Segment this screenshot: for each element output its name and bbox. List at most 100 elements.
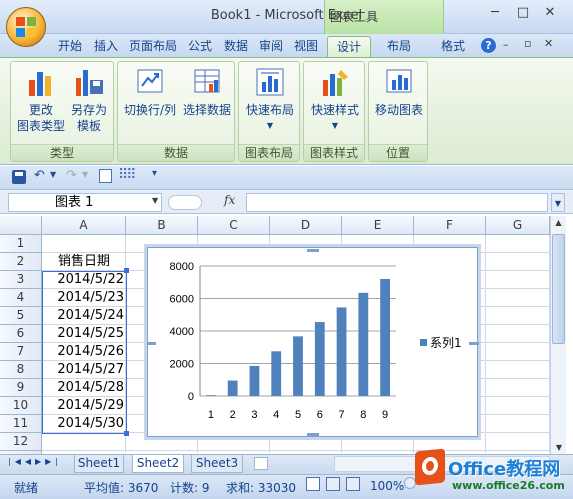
watermark-url: www.office26.com [452, 479, 565, 492]
tab-page-layout[interactable]: 页面布局 [125, 36, 181, 58]
move-chart-button[interactable]: 移动图表 [371, 66, 427, 118]
chart-svg: 0 2000 4000 6000 8000 1 2 3 4 5 6 7 8 9 系列1 [144, 249, 481, 436]
normal-view-icon[interactable] [306, 477, 320, 491]
tab-insert[interactable]: 插入 [89, 36, 123, 58]
chart-object[interactable]: 0 2000 4000 6000 8000 1 2 3 4 5 6 7 8 9 系列1 [144, 247, 481, 437]
vertical-scrollbar[interactable]: ▲ ▼ [550, 216, 566, 454]
undo-icon[interactable]: ↶ [34, 168, 45, 183]
save-as-template-button[interactable]: 另存为 模板 [67, 66, 111, 134]
sheet-nav-icons[interactable]: |◀◀▶▶| [8, 457, 62, 466]
ribbon-restore-icon[interactable]: ▫ [524, 37, 531, 50]
name-box[interactable]: 图表 1 [8, 193, 162, 212]
row-header[interactable]: 11 [0, 415, 42, 433]
group-chart-layouts-label: 图表布局 [239, 144, 299, 161]
row-header[interactable]: 7 [0, 343, 42, 361]
customize-qat-icon[interactable]: ▾ [152, 168, 157, 179]
save-icon[interactable] [12, 170, 26, 184]
switch-row-column-button[interactable]: 切换行/列 [120, 66, 180, 118]
col-header-f[interactable]: F [414, 216, 486, 235]
undo-dropdown-icon[interactable]: ▼ [50, 170, 56, 179]
cell-date[interactable]: 2014/5/30 [43, 415, 125, 433]
redo-icon[interactable]: ↷ [66, 168, 77, 183]
minimize-button[interactable]: ─ [482, 4, 508, 22]
grid-col-line [485, 235, 486, 453]
change-chart-type-button[interactable]: 更改 图表类型 [15, 66, 67, 134]
redo-dropdown-icon[interactable]: ▼ [82, 170, 88, 179]
row-header[interactable]: 4 [0, 289, 42, 307]
insert-sheet-icon[interactable] [254, 457, 268, 470]
chart-bar [336, 307, 347, 396]
cell-date[interactable]: 2014/5/29 [43, 397, 125, 415]
col-header-g[interactable]: G [486, 216, 550, 235]
save-as-template-label: 另存为 模板 [70, 103, 107, 133]
row-header[interactable]: 3 [0, 271, 42, 289]
group-location-label: 位置 [369, 144, 427, 161]
col-header-e[interactable]: E [342, 216, 414, 235]
sheet-tab-2[interactable]: Sheet2 [132, 455, 184, 473]
cell-date[interactable]: 2014/5/24 [43, 307, 125, 325]
quick-layout-button[interactable]: 快速布局 ▼ [241, 66, 299, 134]
name-box-dropdown-icon[interactable]: ▼ [152, 196, 158, 205]
col-header-d[interactable]: D [270, 216, 342, 235]
selection-handle[interactable] [124, 268, 129, 273]
row-header[interactable]: 9 [0, 379, 42, 397]
row-header[interactable]: 6 [0, 325, 42, 343]
cell-date[interactable]: 2014/5/27 [43, 361, 125, 379]
row-header[interactable]: 5 [0, 307, 42, 325]
tab-review[interactable]: 审阅 [255, 36, 287, 58]
quick-layout-icon [256, 68, 284, 96]
cell-a2[interactable]: 销售日期 [43, 253, 125, 271]
ribbon-minimize-icon[interactable]: – [503, 38, 509, 51]
cell-date[interactable]: 2014/5/23 [43, 289, 125, 307]
status-count: 计数: 9 [170, 481, 210, 495]
chart-bar [380, 279, 391, 396]
maximize-button[interactable]: □ [510, 4, 536, 22]
scroll-down-icon[interactable]: ▼ [552, 443, 566, 452]
print-preview-icon[interactable] [99, 169, 112, 183]
cell-date[interactable]: 2014/5/25 [43, 325, 125, 343]
insert-function-icon[interactable]: fx [224, 193, 235, 207]
tab-layout[interactable]: 布局 [377, 36, 421, 58]
move-chart-icon [386, 69, 412, 93]
page-layout-view-icon[interactable] [326, 477, 340, 491]
col-header-b[interactable]: B [126, 216, 198, 235]
formula-input[interactable] [246, 193, 548, 212]
office-button[interactable] [6, 7, 46, 47]
sheet-tab-3[interactable]: Sheet3 [191, 455, 243, 473]
formula-expander[interactable] [168, 195, 202, 210]
cell-date[interactable]: 2014/5/22 [43, 271, 125, 289]
chart-elements-icon[interactable]: ⠿⠿ [118, 167, 136, 183]
row-header[interactable]: 2 [0, 253, 42, 271]
tab-design[interactable]: 设计 [327, 36, 371, 58]
col-header-c[interactable]: C [198, 216, 270, 235]
scroll-thumb[interactable] [552, 234, 565, 344]
quick-styles-button[interactable]: 快速样式 ▼ [306, 66, 364, 134]
help-icon[interactable]: ? [481, 38, 496, 53]
tab-format[interactable]: 格式 [431, 36, 475, 58]
tab-view[interactable]: 视图 [289, 36, 323, 58]
scroll-up-icon[interactable]: ▲ [552, 218, 565, 230]
select-data-button[interactable]: 选择数据 [180, 66, 234, 118]
tab-home[interactable]: 开始 [53, 36, 87, 58]
workbook-close-icon[interactable]: ✕ [544, 37, 553, 50]
sheet-tab-1[interactable]: Sheet1 [74, 455, 124, 473]
y-tick-label: 0 [188, 391, 194, 403]
cell-date[interactable]: 2014/5/28 [43, 379, 125, 397]
col-header-a[interactable]: A [42, 216, 126, 235]
row-header[interactable]: 10 [0, 397, 42, 415]
row-header[interactable]: 1 [0, 235, 42, 253]
group-data-label: 数据 [118, 144, 234, 161]
selection-handle[interactable] [124, 431, 129, 436]
page-break-view-icon[interactable] [346, 477, 360, 491]
close-button[interactable]: ✕ [537, 4, 563, 22]
expand-formula-bar-icon[interactable]: ▼ [551, 193, 565, 212]
select-data-icon [194, 69, 220, 93]
cell-date[interactable]: 2014/5/26 [43, 343, 125, 361]
tab-data[interactable]: 数据 [219, 36, 253, 58]
row-header[interactable]: 8 [0, 361, 42, 379]
tab-formulas[interactable]: 公式 [183, 36, 217, 58]
zoom-level[interactable]: 100% [370, 479, 404, 493]
row-header[interactable]: 12 [0, 433, 42, 451]
select-all-corner[interactable] [0, 216, 42, 235]
x-tick-label: 1 [208, 409, 214, 421]
